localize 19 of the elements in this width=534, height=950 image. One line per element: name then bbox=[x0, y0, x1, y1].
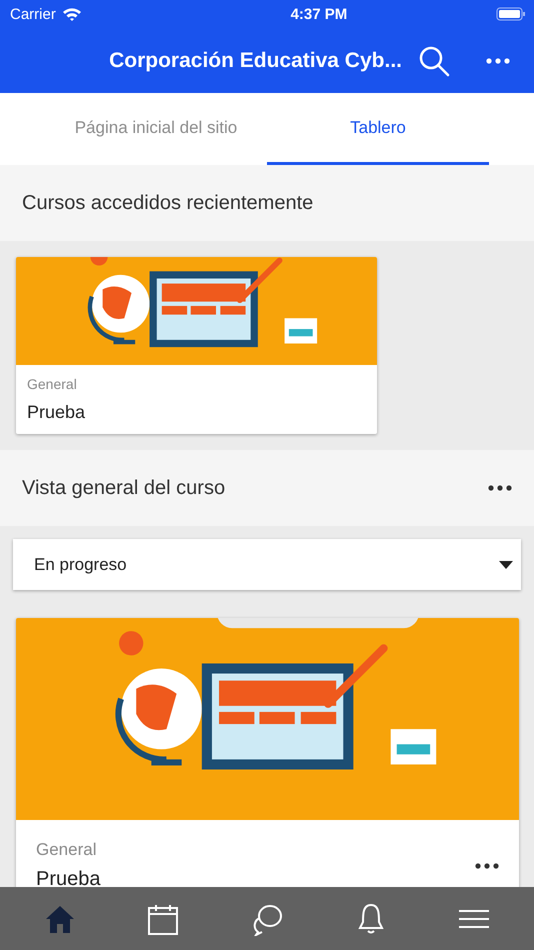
course-name: Prueba bbox=[27, 402, 86, 423]
course-name: Prueba bbox=[36, 868, 100, 887]
search-icon[interactable] bbox=[418, 44, 450, 76]
course-card[interactable]: General Prueba bbox=[16, 618, 519, 887]
clock-time: 4:37 PM bbox=[290, 6, 348, 22]
course-category: General bbox=[36, 840, 98, 860]
wifi-icon bbox=[62, 7, 82, 21]
more-icon[interactable] bbox=[475, 862, 499, 868]
carrier-label: Carrier bbox=[10, 6, 56, 22]
battery-icon bbox=[496, 7, 526, 21]
more-icon[interactable] bbox=[486, 58, 510, 64]
section-title: Vista general del curso bbox=[22, 476, 226, 500]
filter-dropdown[interactable]: En progreso bbox=[13, 539, 521, 590]
site-title: Corporación Educativa Cyb... bbox=[109, 48, 402, 72]
caret-icon bbox=[499, 560, 513, 568]
more-icon[interactable] bbox=[488, 485, 512, 491]
section-title: Cursos accedidos recientemente bbox=[22, 192, 314, 214]
course-category: General bbox=[27, 376, 78, 392]
course-card[interactable]: General Prueba bbox=[16, 257, 377, 434]
